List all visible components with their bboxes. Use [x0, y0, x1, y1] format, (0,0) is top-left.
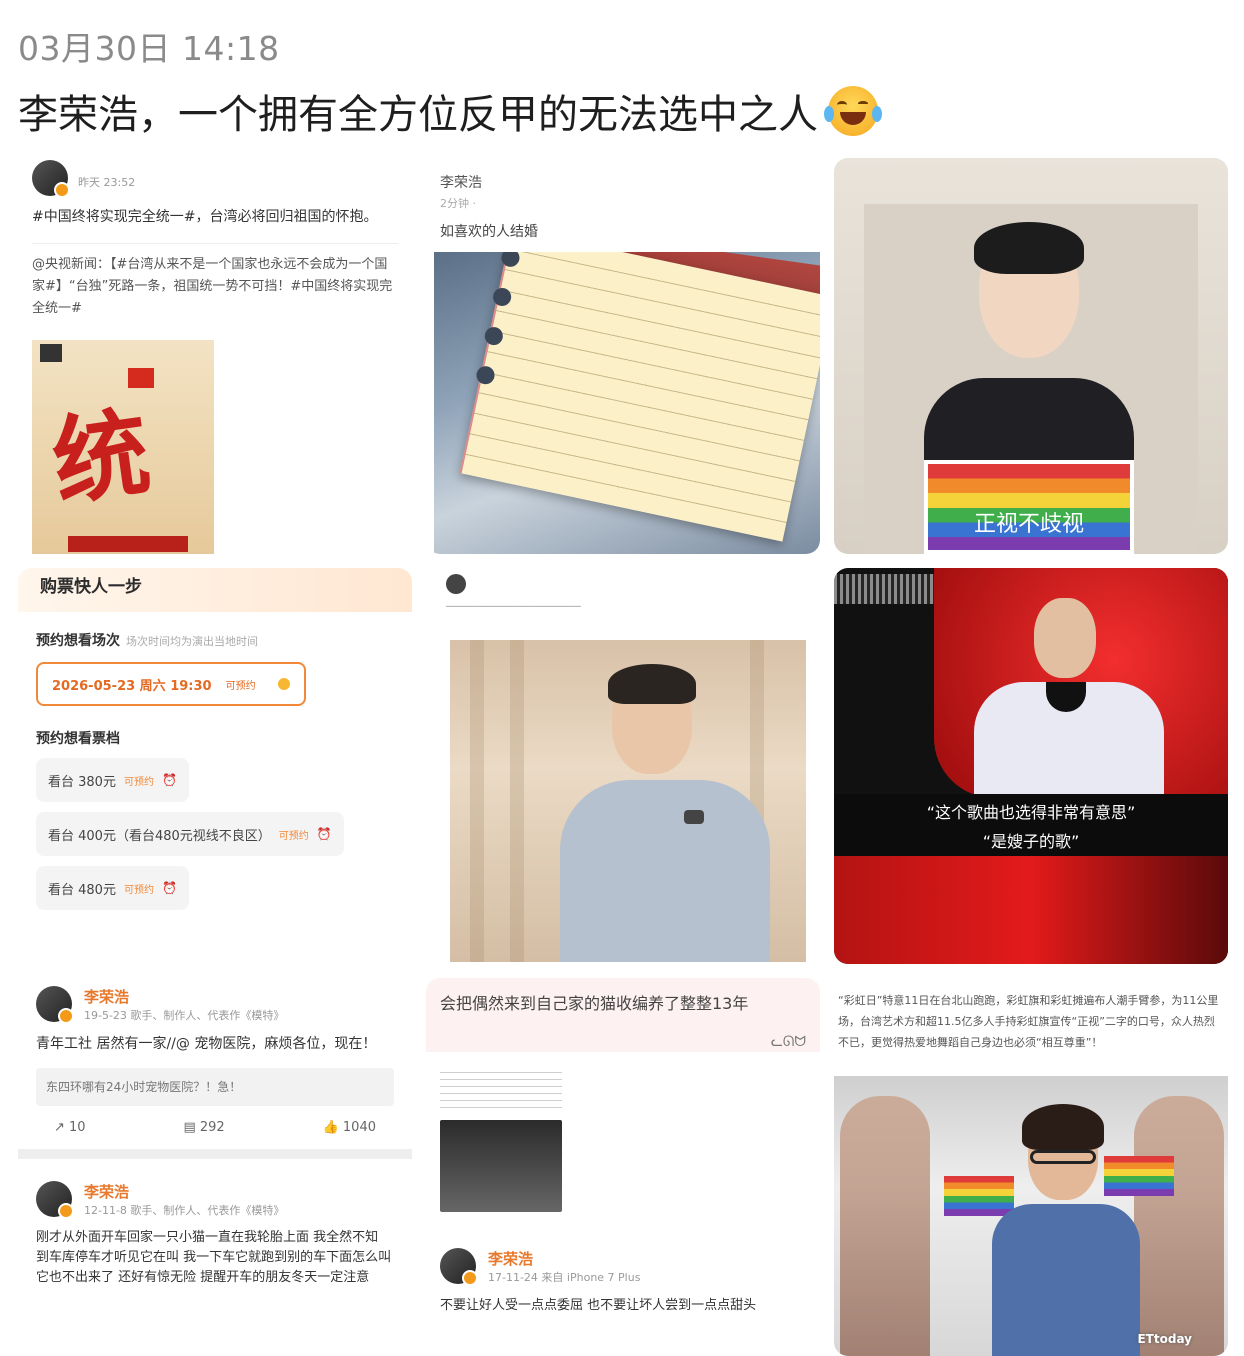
avatar	[36, 1181, 74, 1219]
avatar	[446, 574, 466, 594]
notebook-paper-image	[434, 252, 820, 554]
grid-image-3[interactable]: 正视不歧视	[834, 158, 1228, 554]
author-name: 李荣浩	[488, 1250, 534, 1268]
bell-icon: ⏰	[161, 773, 177, 787]
show-judge-photo	[974, 598, 1164, 802]
grid-image-7[interactable]: 李荣浩 19-5-23 歌手、制作人、代表作《模特》 青年工社 居然有一家//@…	[18, 978, 412, 1356]
post-time: 昨天 23:52	[78, 176, 136, 189]
headline-text: 李荣浩，一个拥有全方位反甲的无法选中之人	[18, 92, 818, 138]
post-headline: 李荣浩，一个拥有全方位反甲的无法选中之人	[18, 82, 882, 140]
grid-image-6[interactable]: “这个歌曲也选得非常有意思” “是嫂子的歌”	[834, 568, 1228, 964]
repost-button[interactable]: ↗ 10	[54, 1120, 86, 1135]
ettoday-logo: ETtoday	[1137, 1332, 1192, 1346]
avatar	[36, 986, 74, 1024]
mini-post-thumbnail	[440, 1066, 562, 1226]
grid-image-9[interactable]: “彩虹日”特意11日在台北山跑跑，彩虹旗和彩虹摊遍布人潮手臂参，为11公里场，台…	[834, 978, 1228, 1356]
watch-icon	[684, 810, 704, 824]
quoted-post: @央视新闻：【#台湾从来不是一个国家也永远不会成为一个国家#】“台独”死路一条，…	[32, 243, 398, 320]
glasses-icon	[1030, 1150, 1096, 1164]
post-text-lines: ────────────────────────────	[446, 602, 581, 611]
like-button[interactable]: 👍 1040	[323, 1120, 376, 1135]
post-time: 2分钟 ·	[440, 197, 476, 210]
section-tiers: 预约想看票档	[36, 731, 120, 747]
ticket-tier-380[interactable]: 看台 380元 可预约 ⏰	[36, 758, 189, 802]
post-body: 不要让好人受一点点委屈 也不要让坏人尝到一点点甜头	[440, 1298, 757, 1313]
ticket-banner-title: 购票快人一步	[18, 568, 412, 612]
rainbow-event-photo: ETtoday	[834, 1076, 1228, 1356]
author-name: 李荣浩	[84, 988, 130, 1006]
image-grid: 昨天 23:52 #中国终将实现完全统一#，台湾必将回归祖国的怀抱。 @央视新闻…	[18, 158, 1230, 1356]
quoted-post: 东四环哪有24小时宠物医院？！急！	[36, 1068, 394, 1106]
image-caption: 会把偶然来到自己家的猫收编养了整整13年	[426, 978, 820, 1052]
comment-button[interactable]: ▤ 292	[183, 1120, 224, 1135]
post-body: 如喜欢的人结婚	[440, 224, 538, 240]
post-timestamp: 03月30日 14:18	[18, 29, 280, 68]
ticket-tier-400[interactable]: 看台 400元（看台480元视线不良区） 可预约 ⏰	[36, 812, 344, 856]
author-name: 李荣浩	[440, 175, 482, 191]
grid-image-8[interactable]: 会把偶然来到自己家的猫收编养了整整13年 ᓚᘏᗢ 李荣浩 17-11-24 来自…	[426, 978, 820, 1356]
author-meta: 19-5-23 歌手、制作人、代表作《模特》	[84, 1009, 285, 1022]
ticket-tier-480[interactable]: 看台 480元 可预约 ⏰	[36, 866, 189, 910]
author-name: 李荣浩	[84, 1183, 130, 1201]
bell-icon: ⏰	[161, 881, 177, 895]
cat-sticker-icon: ᓚᘏᗢ	[770, 1034, 806, 1050]
poster-character: 统	[45, 394, 157, 521]
grid-image-2[interactable]: 李荣浩 2分钟 · 如喜欢的人结婚	[426, 158, 820, 554]
portrait-photo	[450, 640, 806, 962]
laughing-tears-emoji-icon	[824, 86, 882, 136]
heart-icon	[278, 678, 290, 690]
grid-image-5[interactable]: ────────────────────────────	[426, 568, 820, 964]
rainbow-sign: 正视不歧视	[924, 460, 1134, 554]
session-date-button[interactable]: 2026-05-23 周六 19:30 可预约	[36, 662, 306, 706]
section-sessions: 预约想看场次 场次时间均为演出当地时间	[36, 633, 258, 649]
author-meta: 17-11-24 来自 iPhone 7 Plus	[488, 1271, 641, 1284]
post-body: #中国终将实现完全统一#，台湾必将回归祖国的怀抱。	[32, 209, 378, 225]
avatar	[32, 160, 70, 198]
avatar	[440, 1248, 478, 1286]
news-text: “彩虹日”特意11日在台北山跑跑，彩虹旗和彩虹摊遍布人潮手臂参，为11公里场，台…	[838, 994, 1219, 1049]
video-subtitle: “这个歌曲也选得非常有意思” “是嫂子的歌”	[834, 794, 1228, 856]
post-body: 刚才从外面开车回家一只小猫一直在我轮胎上面 我全然不知 到车库停车才听见它在叫 …	[36, 1230, 392, 1285]
post-body: 青年工社 居然有一家//@ 宠物医院，麻烦各位，现在！	[36, 1036, 377, 1052]
bell-icon: ⏰	[316, 827, 332, 841]
news-logo-icon	[40, 344, 62, 362]
author-meta: 12-11-8 歌手、制作人、代表作《模特》	[84, 1204, 285, 1217]
grid-image-4[interactable]: 购票快人一步 预约想看场次 场次时间均为演出当地时间 2026-05-23 周六 …	[18, 568, 412, 964]
grid-image-1[interactable]: 昨天 23:52 #中国终将实现完全统一#，台湾必将回归祖国的怀抱。 @央视新闻…	[18, 158, 412, 554]
unity-poster-image: 统	[32, 340, 214, 554]
